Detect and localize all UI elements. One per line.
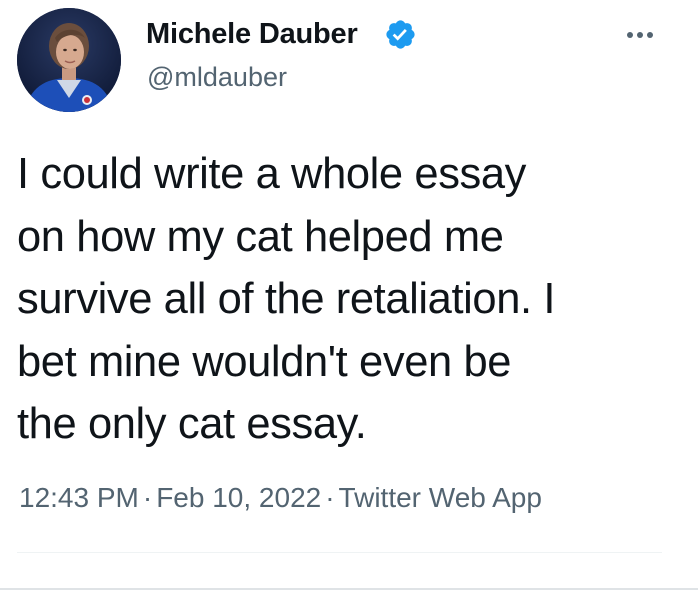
author-display-name[interactable]: Michele Dauber	[146, 17, 358, 51]
verified-badge-icon	[384, 18, 417, 51]
avatar[interactable]	[17, 8, 121, 112]
tweet-metadata: 12:43 PM · Feb 10, 2022 · Twitter Web App	[19, 480, 542, 516]
author-handle[interactable]: @mldauber	[147, 61, 287, 93]
more-options-icon	[627, 32, 653, 38]
meta-separator: ·	[142, 482, 153, 513]
meta-separator: ·	[325, 482, 335, 513]
bottom-border	[0, 588, 698, 590]
divider	[17, 552, 662, 553]
avatar-image	[17, 8, 121, 112]
more-options-button[interactable]	[615, 20, 665, 50]
tweet-source[interactable]: Twitter Web App	[339, 482, 542, 513]
tweet-date[interactable]: Feb 10, 2022	[156, 482, 321, 513]
tweet-time[interactable]: 12:43 PM	[19, 482, 139, 513]
tweet-card: Michele Dauber @mldauber I could write a…	[0, 0, 698, 600]
tweet-text: I could write a whole essay on how my ca…	[17, 150, 556, 449]
